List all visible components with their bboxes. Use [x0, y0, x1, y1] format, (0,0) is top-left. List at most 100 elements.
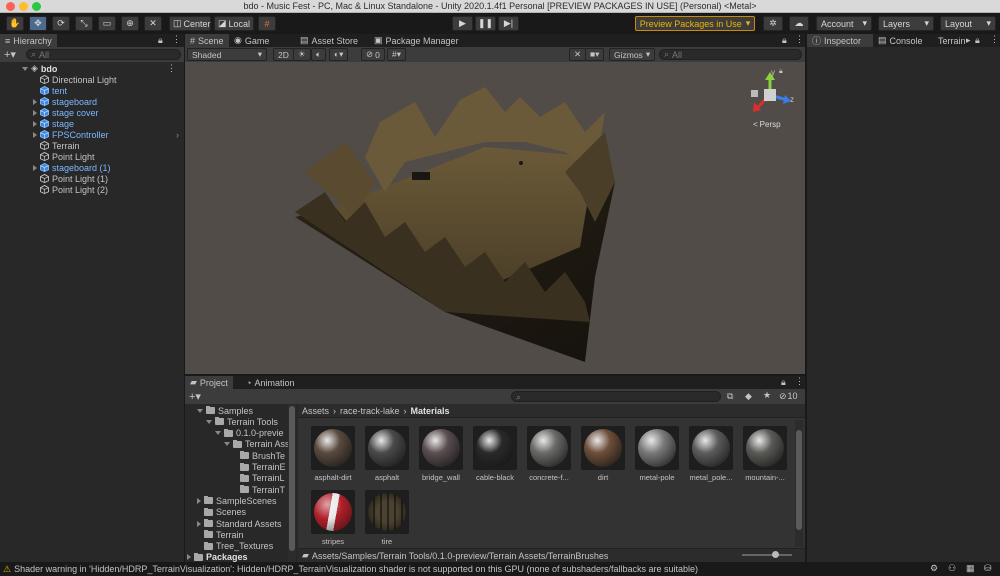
material-asset[interactable]: metal-pole: [632, 426, 682, 484]
tab-project[interactable]: ▰ Project: [185, 376, 233, 389]
project-folder-item[interactable]: Terrain Ass: [224, 439, 290, 450]
more-options-icon[interactable]: ⋮: [795, 34, 804, 45]
create-asset-button[interactable]: +▾: [189, 390, 201, 403]
preview-packages-dropdown[interactable]: Preview Packages in Use ▾: [635, 16, 755, 31]
cloud-button[interactable]: ☁: [789, 16, 809, 31]
scene-viewport[interactable]: y z 🔒︎ < Persp: [185, 62, 805, 374]
create-button[interactable]: +▾: [4, 48, 16, 61]
rotate-tool-button[interactable]: ⟳: [52, 16, 70, 31]
tab-asset-store[interactable]: ▤ Asset Store: [295, 34, 363, 47]
move-tool-button[interactable]: ✥: [29, 16, 47, 31]
grid-dropdown[interactable]: #▾: [387, 48, 406, 61]
more-options-icon[interactable]: ⋮: [172, 34, 181, 45]
asset-scrollbar[interactable]: [795, 420, 803, 547]
hierarchy-item[interactable]: Point Light (2): [33, 184, 183, 195]
hierarchy-item[interactable]: stageboard: [33, 96, 183, 107]
hierarchy-search-input[interactable]: ⌕ All: [26, 49, 181, 60]
expand-arrow-icon[interactable]: [33, 109, 37, 116]
tab-game[interactable]: ◉ Game: [229, 34, 274, 47]
hierarchy-item[interactable]: Terrain: [33, 140, 183, 151]
project-folder-item[interactable]: Terrain: [197, 529, 244, 540]
project-folder-item[interactable]: Samples: [197, 405, 253, 416]
search-by-label-icon[interactable]: ◆: [745, 391, 752, 402]
expand-arrow-icon[interactable]: [33, 120, 37, 127]
project-folder-item[interactable]: Packages: [187, 552, 248, 562]
tab-overflow-icon[interactable]: ▸: [966, 35, 971, 46]
audio-toggle[interactable]: 🔈︎: [311, 48, 327, 61]
material-asset[interactable]: asphalt-dirt: [308, 426, 358, 484]
favorites-icon[interactable]: ★: [763, 390, 771, 401]
project-folder-item[interactable]: TerrainE: [233, 462, 286, 473]
material-asset[interactable]: concrete-f...: [524, 426, 574, 484]
lock-icon[interactable]: 🔒︎: [781, 377, 786, 388]
tab-console[interactable]: ▤ Console: [873, 34, 928, 47]
tab-inspector[interactable]: ⓘ Inspector: [807, 34, 873, 47]
project-folder-item[interactable]: Terrain Tools: [206, 416, 278, 427]
lock-icon[interactable]: 🔒︎: [782, 35, 787, 46]
project-folder-item[interactable]: TerrainT: [233, 484, 285, 495]
expand-arrow-icon[interactable]: [33, 131, 37, 138]
scene-root[interactable]: ◈ bdo ⋮: [22, 63, 182, 74]
tab-hierarchy[interactable]: ≡ Hierarchy: [0, 34, 57, 47]
projection-toggle[interactable]: < Persp: [753, 120, 781, 129]
debug-icon[interactable]: ⛁: [984, 563, 992, 574]
material-asset[interactable]: tire: [362, 490, 412, 548]
expand-arrow-icon[interactable]: [224, 442, 230, 447]
breadcrumb-item-current[interactable]: Materials: [411, 406, 450, 416]
expand-arrow-icon[interactable]: [215, 431, 221, 436]
material-asset[interactable]: mountain-...: [740, 426, 790, 484]
tab-animation[interactable]: ◔ Animation: [241, 376, 299, 389]
material-asset[interactable]: dirt: [578, 426, 628, 484]
hierarchy-item[interactable]: Directional Light: [33, 74, 183, 85]
project-folder-item[interactable]: BrushTe: [233, 450, 285, 461]
chevron-right-icon[interactable]: ›: [176, 130, 179, 140]
pivot-mode-button[interactable]: ◫ Center: [169, 16, 211, 31]
transform-tool-button[interactable]: ⊕: [121, 16, 139, 31]
material-asset[interactable]: cable-black: [470, 426, 520, 484]
camera-dropdown[interactable]: ■▾: [585, 48, 605, 61]
effects-dropdown[interactable]: ◐▾: [329, 48, 349, 61]
grid-snap-button[interactable]: #: [258, 16, 276, 31]
expand-arrow-icon[interactable]: [197, 408, 203, 413]
scene-search-input[interactable]: ⌕ All: [659, 49, 802, 60]
material-asset[interactable]: metal_pole...: [686, 426, 736, 484]
project-folder-item[interactable]: Scenes: [197, 507, 246, 518]
tab-terrain[interactable]: Terrain: [933, 34, 971, 47]
expand-arrow-icon[interactable]: [187, 554, 191, 561]
icon-size-slider-handle[interactable]: [772, 551, 779, 558]
hierarchy-item[interactable]: stage: [33, 118, 183, 129]
material-asset[interactable]: stripes: [308, 490, 358, 548]
hierarchy-item[interactable]: stage cover: [33, 107, 183, 118]
lighting-icon[interactable]: ▦: [966, 563, 975, 574]
status-bar[interactable]: ⚠ Shader warning in 'Hidden/HDRP_Terrain…: [0, 562, 1000, 576]
scale-tool-button[interactable]: ⤡: [75, 16, 93, 31]
hierarchy-item[interactable]: FPSController ›: [33, 129, 183, 140]
2d-toggle[interactable]: 2D: [273, 48, 294, 61]
project-folder-item[interactable]: 0.1.0-previe: [215, 428, 284, 439]
lock-icon[interactable]: 🔒︎: [158, 35, 163, 46]
layout-dropdown[interactable]: Layout ▾: [940, 16, 996, 31]
hierarchy-item[interactable]: tent: [33, 85, 183, 96]
layers-dropdown[interactable]: Layers ▾: [878, 16, 934, 31]
hierarchy-item[interactable]: Point Light: [33, 151, 183, 162]
lock-icon[interactable]: 🔒︎: [975, 35, 980, 46]
more-options-icon[interactable]: ⋮: [167, 63, 176, 74]
hand-tool-button[interactable]: ✋: [6, 16, 24, 31]
scene-visibility-button[interactable]: ⊘ 0: [361, 48, 385, 61]
tree-scrollbar[interactable]: [288, 404, 296, 562]
project-folder-item[interactable]: Tree_Textures: [197, 541, 273, 552]
tab-package-manager[interactable]: ▣ Package Manager: [369, 34, 464, 47]
account-dropdown[interactable]: Account ▾: [816, 16, 872, 31]
rect-tool-button[interactable]: ▭: [98, 16, 116, 31]
hierarchy-item[interactable]: Point Light (1): [33, 173, 183, 184]
expand-arrow-icon[interactable]: [206, 419, 212, 424]
tools-button[interactable]: ✕: [569, 48, 587, 61]
lighting-toggle[interactable]: ☀: [293, 48, 311, 61]
hierarchy-item[interactable]: stageboard (1): [33, 162, 183, 173]
project-folder-item[interactable]: SampleScenes: [197, 495, 277, 506]
asset-scrollbar-thumb[interactable]: [796, 430, 802, 530]
material-asset[interactable]: asphalt: [362, 426, 412, 484]
more-options-icon[interactable]: ⋮: [795, 376, 804, 387]
shading-mode-dropdown[interactable]: Shaded ▾: [187, 48, 267, 61]
expand-arrow-icon[interactable]: [22, 66, 28, 71]
